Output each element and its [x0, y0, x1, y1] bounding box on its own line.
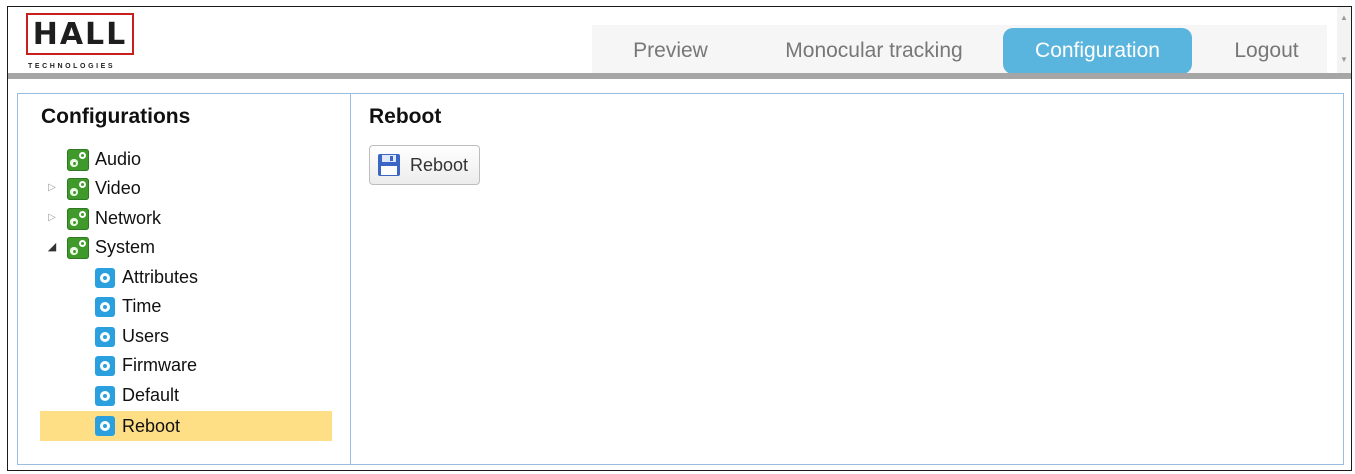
gear-green-icon [67, 237, 89, 259]
page-title: Reboot [369, 105, 442, 128]
tree-item-label: Reboot [122, 416, 181, 436]
tree-item-label: Firmware [122, 355, 197, 375]
tree-item-system[interactable]: ◢ System [40, 234, 332, 260]
tree-item-label: Network [95, 208, 162, 228]
expand-arrow-icon[interactable]: ▷ [46, 205, 58, 231]
scroll-up-arrow-icon[interactable]: ▲ [1340, 13, 1348, 22]
tab-configuration[interactable]: Configuration [1003, 28, 1192, 74]
logo-text: HALL [32, 17, 128, 52]
config-sidebar: Configurations Audio ▷ Video ▷ Network ◢ [18, 94, 351, 464]
gear-green-icon [67, 178, 89, 200]
expand-arrow-icon[interactable]: ▷ [46, 175, 58, 201]
logo-subtext: TECHNOLOGIES [28, 63, 116, 70]
tree-item-label: System [95, 237, 156, 257]
header: HALL TECHNOLOGIES Preview Monocular trac… [8, 7, 1351, 79]
tree-item-default[interactable]: Default [40, 382, 332, 408]
gear-blue-icon [95, 386, 115, 406]
sidebar-title: Configurations [41, 105, 191, 128]
tab-logout[interactable]: Logout [1210, 29, 1323, 73]
collapse-arrow-icon[interactable]: ◢ [46, 234, 58, 260]
scroll-down-arrow-icon[interactable]: ▼ [1340, 55, 1348, 64]
reboot-button-label: Reboot [410, 155, 469, 175]
header-divider [8, 73, 1351, 79]
tree-item-attributes[interactable]: Attributes [40, 264, 332, 290]
tree-item-users[interactable]: Users [40, 323, 332, 349]
gear-green-icon [67, 149, 89, 171]
browser-frame: HALL TECHNOLOGIES Preview Monocular trac… [7, 6, 1352, 471]
top-nav: Preview Monocular tracking Configuration… [592, 25, 1327, 74]
config-panel: Configurations Audio ▷ Video ▷ Network ◢ [17, 93, 1344, 465]
floppy-disk-icon [378, 154, 400, 176]
gear-green-icon [67, 208, 89, 230]
page-scrollbar[interactable]: ▲ ▼ [1337, 7, 1351, 75]
gear-blue-icon [95, 356, 115, 376]
gear-blue-icon [95, 268, 115, 288]
gear-blue-icon [95, 327, 115, 347]
tree-item-label: Time [122, 296, 162, 316]
tree-item-label: Attributes [122, 267, 199, 287]
tree-item-label: Default [122, 385, 180, 405]
tree-item-time[interactable]: Time [40, 293, 332, 319]
tree-item-label: Users [122, 326, 170, 346]
logo-border: HALL [26, 13, 134, 55]
gear-blue-icon [95, 297, 115, 317]
tree-item-network[interactable]: ▷ Network [40, 205, 332, 231]
tree-item-label: Video [95, 178, 141, 198]
tree-item-audio[interactable]: Audio [40, 146, 332, 172]
hall-logo: HALL TECHNOLOGIES [26, 13, 136, 71]
tree-item-firmware[interactable]: Firmware [40, 352, 332, 378]
tree-item-reboot[interactable]: Reboot [40, 411, 332, 441]
tab-monocular-tracking[interactable]: Monocular tracking [758, 29, 990, 73]
reboot-button[interactable]: Reboot [369, 145, 480, 185]
gear-blue-icon [95, 416, 115, 436]
tree-item-video[interactable]: ▷ Video [40, 175, 332, 201]
tree-item-label: Audio [95, 149, 142, 169]
tab-preview[interactable]: Preview [603, 29, 738, 73]
